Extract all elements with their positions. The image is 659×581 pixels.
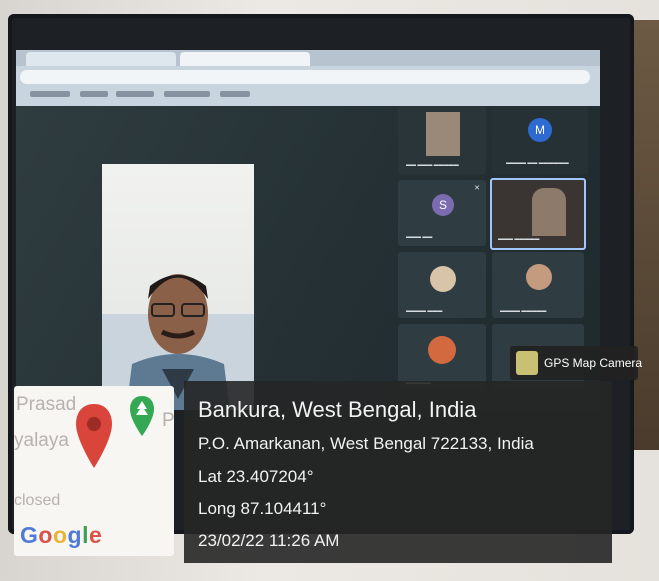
participant-name: ▬▬▬ ▬▬▬▬▬: [498, 236, 540, 242]
location-longitude: Long 87.104411°: [198, 499, 327, 518]
location-latitude: Lat 23.407204°: [198, 467, 314, 486]
participant-name: ▬▬▬▬ ▬▬▬: [406, 308, 443, 314]
bookmark-item[interactable]: [164, 91, 210, 97]
browser-tab-strip: [16, 50, 600, 66]
participant-avatar: M: [528, 118, 552, 142]
bookmark-item[interactable]: [80, 91, 108, 97]
browser-tab[interactable]: [26, 52, 176, 66]
map-place-text: P: [162, 410, 174, 431]
participant-tile[interactable]: ▬▬ ▬▬▬ ▬▬▬▬▬: [398, 106, 486, 174]
bookmark-item[interactable]: [30, 91, 70, 97]
park-pin-icon: [130, 396, 154, 436]
participant-tile[interactable]: ▬▬▬▬ ▬▬▬▬▬: [492, 252, 584, 318]
bookmark-item[interactable]: [220, 91, 250, 97]
participant-thumbnail: [426, 112, 460, 156]
mic-off-icon: ✕: [474, 185, 480, 192]
gps-info-overlay: Bankura, West Bengal, India P.O. Amarkan…: [184, 381, 612, 563]
gps-badge-label: GPS Map Camera: [544, 356, 643, 370]
speaker-video-tile: [102, 164, 254, 410]
gps-map-camera-icon: [516, 351, 538, 375]
location-datetime: 23/02/22 11:26 AM: [198, 531, 340, 550]
bookmarks-bar: [16, 88, 600, 102]
map-thumbnail: Prasad yalaya P closed Google: [14, 386, 174, 556]
participant-tile[interactable]: M ▬▬▬▬ ▬▬ ▬▬▬▬▬▬: [492, 106, 588, 174]
address-bar[interactable]: [20, 70, 590, 84]
participant-name: ▬▬▬ ▬▬: [406, 234, 433, 240]
participant-tile[interactable]: ▬▬▬▬ ▬▬▬: [398, 252, 486, 318]
gps-map-camera-badge: GPS Map Camera: [510, 346, 642, 380]
participant-name: ▬▬▬▬ ▬▬▬▬▬: [500, 308, 547, 314]
participant-name: ▬▬ ▬▬▬ ▬▬▬▬▬: [406, 162, 459, 168]
participant-tile[interactable]: S ▬▬▬ ▬▬ ✕: [398, 180, 486, 246]
participant-tile-active[interactable]: ▬▬▬ ▬▬▬▬▬: [490, 178, 586, 250]
participant-avatar: S: [432, 194, 454, 216]
browser-chrome: [16, 50, 600, 106]
participant-avatar: [428, 336, 456, 364]
google-logo: Google: [20, 522, 103, 548]
participant-avatar: [430, 266, 456, 292]
map-place-text: yalaya: [14, 430, 69, 451]
map-place-text: Prasad: [16, 394, 77, 415]
location-address: P.O. Amarkanan, West Bengal 722133, Indi…: [198, 434, 534, 453]
participant-avatar: [526, 264, 552, 290]
bookmark-item[interactable]: [116, 91, 154, 97]
map-pin-icon: [76, 404, 112, 468]
speaker-figure: [102, 274, 254, 410]
map-status-text: closed: [14, 492, 61, 509]
browser-tab-active[interactable]: [180, 52, 310, 66]
participant-thumbnail: [532, 188, 566, 236]
location-city: Bankura, West Bengal, India: [198, 397, 477, 422]
participant-name: ▬▬▬▬ ▬▬ ▬▬▬▬▬▬: [506, 160, 569, 166]
